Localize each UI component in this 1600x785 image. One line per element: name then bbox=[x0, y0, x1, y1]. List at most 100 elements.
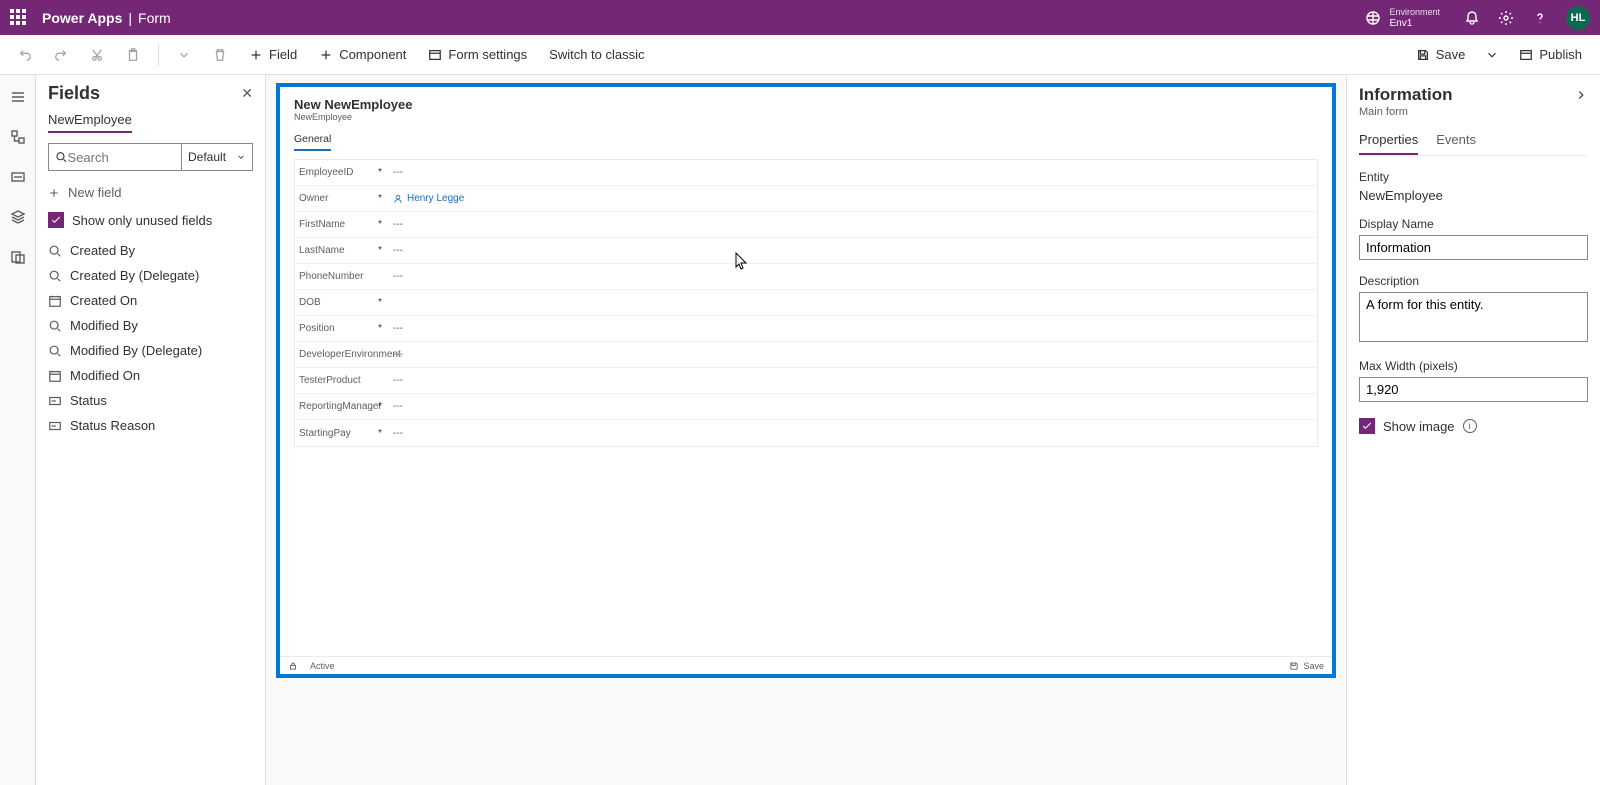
field-item[interactable]: Modified By (Delegate) bbox=[36, 338, 265, 363]
add-component-button[interactable]: Component bbox=[311, 43, 414, 66]
maxwidth-label: Max Width (pixels) bbox=[1359, 359, 1588, 373]
form-field-row[interactable]: LastName*--- bbox=[295, 238, 1317, 264]
save-footer-icon bbox=[1289, 661, 1299, 671]
field-value: --- bbox=[385, 245, 1317, 256]
field-label: Status bbox=[70, 393, 107, 408]
plus-icon bbox=[48, 187, 60, 199]
fields-panel-title: Fields bbox=[48, 83, 241, 104]
form-field-row[interactable]: TesterProduct--- bbox=[295, 368, 1317, 394]
notifications-icon[interactable] bbox=[1464, 10, 1480, 26]
app-title: Power Apps|Form bbox=[42, 10, 171, 26]
close-panel-icon[interactable]: ✕ bbox=[241, 85, 253, 102]
form-tab-general[interactable]: General bbox=[294, 133, 331, 151]
form-section[interactable]: EmployeeID*---Owner*Henry LeggeFirstName… bbox=[294, 159, 1318, 447]
app-header: Power Apps|Form Environment Env1 HL bbox=[0, 0, 1600, 35]
switch-classic-label: Switch to classic bbox=[549, 47, 644, 62]
rail-tree[interactable] bbox=[4, 123, 32, 151]
description-label: Description bbox=[1359, 274, 1588, 288]
rail-hamburger[interactable] bbox=[4, 83, 32, 111]
filter-dropdown[interactable]: Default bbox=[181, 143, 253, 171]
show-unused-toggle[interactable]: Show only unused fields bbox=[36, 206, 265, 234]
waffle-icon[interactable] bbox=[10, 9, 28, 27]
info-icon[interactable]: i bbox=[1463, 419, 1477, 433]
field-value: --- bbox=[385, 401, 1317, 412]
add-component-label: Component bbox=[339, 47, 406, 62]
entity-tab[interactable]: NewEmployee bbox=[48, 112, 132, 133]
form-field-row[interactable]: StartingPay*--- bbox=[295, 420, 1317, 446]
footer-status: Active bbox=[310, 661, 335, 671]
tab-properties[interactable]: Properties bbox=[1359, 132, 1418, 155]
field-item[interactable]: Status Reason bbox=[36, 413, 265, 438]
publish-button[interactable]: Publish bbox=[1511, 43, 1590, 66]
field-value: --- bbox=[385, 428, 1317, 439]
field-required: * bbox=[375, 219, 385, 230]
search-input-wrapper[interactable] bbox=[48, 143, 181, 171]
env-label: Environment bbox=[1389, 7, 1440, 18]
form-footer: Active Save bbox=[280, 656, 1332, 674]
form-field-row[interactable]: Position*--- bbox=[295, 316, 1317, 342]
field-required: * bbox=[375, 167, 385, 178]
field-label: Modified By (Delegate) bbox=[70, 343, 202, 358]
field-label: Created By (Delegate) bbox=[70, 268, 199, 283]
props-subtitle: Main form bbox=[1359, 106, 1588, 118]
description-input[interactable] bbox=[1359, 292, 1588, 342]
rail-data[interactable] bbox=[4, 243, 32, 271]
entity-value: NewEmployee bbox=[1359, 188, 1588, 203]
field-label: PhoneNumber bbox=[295, 271, 375, 282]
settings-icon[interactable] bbox=[1498, 10, 1514, 26]
field-label: Modified By bbox=[70, 318, 138, 333]
undo-button[interactable] bbox=[10, 44, 40, 66]
field-required: * bbox=[375, 297, 385, 308]
field-item[interactable]: Modified By bbox=[36, 313, 265, 338]
form-field-row[interactable]: Owner*Henry Legge bbox=[295, 186, 1317, 212]
maxwidth-input[interactable] bbox=[1359, 377, 1588, 402]
tab-events[interactable]: Events bbox=[1436, 132, 1476, 155]
form-field-row[interactable]: DeveloperEnvironment--- bbox=[295, 342, 1317, 368]
filter-value: Default bbox=[188, 150, 226, 164]
props-title: Information bbox=[1359, 85, 1574, 105]
form-field-row[interactable]: EmployeeID*--- bbox=[295, 160, 1317, 186]
page-name: Form bbox=[138, 10, 171, 26]
add-field-label: Field bbox=[269, 47, 297, 62]
search-input[interactable] bbox=[68, 150, 175, 165]
cut-button[interactable] bbox=[82, 44, 112, 66]
new-field-button[interactable]: New field bbox=[36, 179, 265, 206]
add-field-button[interactable]: Field bbox=[241, 43, 305, 66]
field-label: Created On bbox=[70, 293, 137, 308]
form-field-row[interactable]: ReportingManager*--- bbox=[295, 394, 1317, 420]
form-canvas[interactable]: New NewEmployee NewEmployee General Empl… bbox=[276, 83, 1336, 678]
form-settings-button[interactable]: Form settings bbox=[420, 43, 535, 66]
field-type-icon bbox=[48, 394, 62, 408]
app-name: Power Apps bbox=[42, 10, 122, 26]
save-dropdown-button[interactable] bbox=[1477, 44, 1507, 66]
field-item[interactable]: Status bbox=[36, 388, 265, 413]
redo-button[interactable] bbox=[46, 44, 76, 66]
help-icon[interactable] bbox=[1532, 10, 1548, 26]
field-required: * bbox=[375, 193, 385, 204]
paste-more-button[interactable] bbox=[169, 44, 199, 66]
environment-icon[interactable] bbox=[1365, 10, 1381, 26]
user-avatar[interactable]: HL bbox=[1566, 6, 1590, 30]
field-item[interactable]: Created By bbox=[36, 238, 265, 263]
display-name-input[interactable] bbox=[1359, 235, 1588, 260]
field-value: --- bbox=[385, 323, 1317, 334]
form-field-row[interactable]: PhoneNumber --- bbox=[295, 264, 1317, 290]
environment-picker[interactable]: Environment Env1 bbox=[1389, 7, 1440, 29]
field-label: Modified On bbox=[70, 368, 140, 383]
field-item[interactable]: Modified On bbox=[36, 363, 265, 388]
footer-save[interactable]: Save bbox=[1303, 661, 1324, 671]
show-image-toggle[interactable]: Show image i bbox=[1359, 418, 1588, 434]
field-item[interactable]: Created By (Delegate) bbox=[36, 263, 265, 288]
rail-components[interactable] bbox=[4, 203, 32, 231]
form-field-row[interactable]: FirstName*--- bbox=[295, 212, 1317, 238]
save-button[interactable]: Save bbox=[1408, 43, 1474, 66]
field-item[interactable]: Created On bbox=[36, 288, 265, 313]
field-value: --- bbox=[385, 271, 1317, 282]
field-label: TesterProduct bbox=[295, 375, 375, 386]
rail-fields[interactable] bbox=[4, 163, 32, 191]
paste-button[interactable] bbox=[118, 44, 148, 66]
chevron-right-icon[interactable] bbox=[1574, 88, 1588, 102]
form-field-row[interactable]: DOB* bbox=[295, 290, 1317, 316]
delete-button[interactable] bbox=[205, 44, 235, 66]
switch-classic-button[interactable]: Switch to classic bbox=[541, 43, 652, 66]
